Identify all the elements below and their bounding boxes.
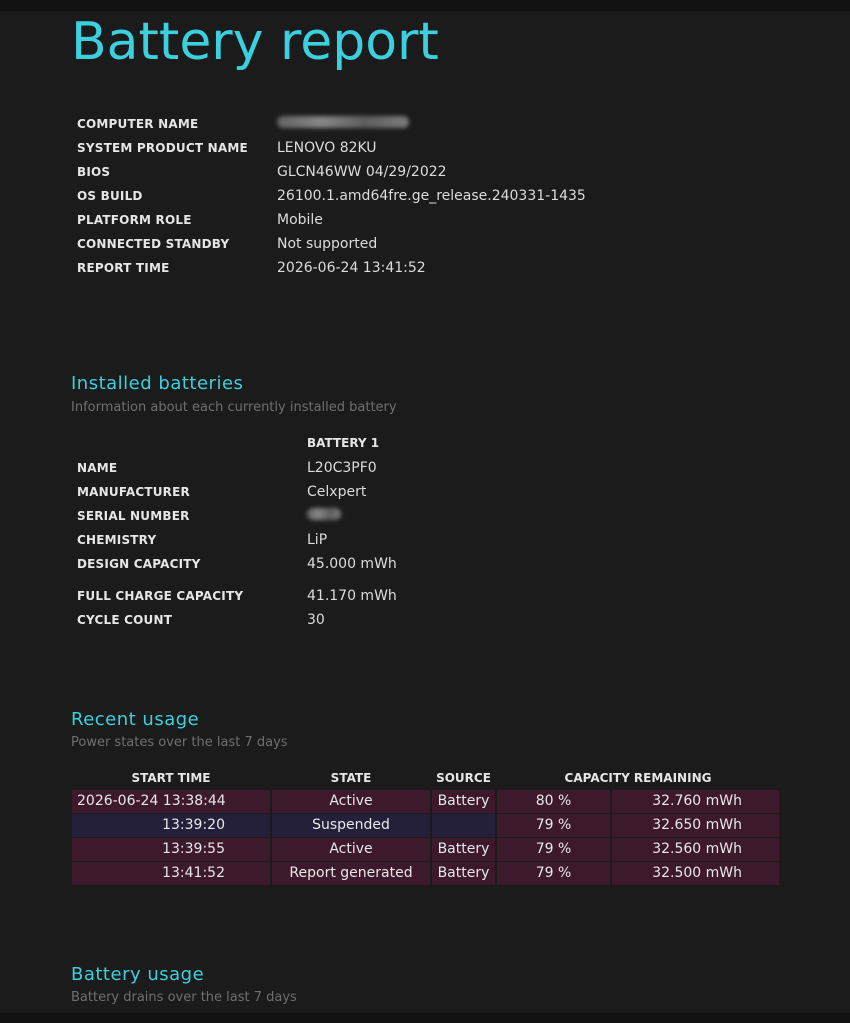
- usage-state: Suspended: [272, 814, 430, 837]
- info-value: Not supported: [277, 236, 378, 252]
- col-header-state: STATE: [330, 771, 372, 785]
- info-value: Mobile: [277, 212, 323, 228]
- info-value-redacted: [277, 112, 586, 136]
- window-top-bar: [0, 0, 850, 11]
- info-row-platform-role: PLATFORM ROLE Mobile: [77, 208, 586, 232]
- usage-start-time: 13:41:52: [72, 862, 270, 885]
- col-header-start-time: START TIME: [131, 771, 211, 785]
- info-label: COMPUTER NAME: [77, 117, 199, 131]
- battery-value: 45.000 mWh: [307, 556, 397, 572]
- battery-usage-subtitle: Battery drains over the last 7 days: [71, 990, 297, 1005]
- usage-state: Active: [272, 838, 430, 861]
- battery-row-manufacturer: MANUFACTURER Celxpert: [77, 480, 397, 504]
- info-label: CONNECTED STANDBY: [77, 237, 230, 251]
- info-value: GLCN46WW 04/29/2022: [277, 164, 447, 180]
- usage-capacity-percent: 79 %: [497, 862, 610, 885]
- battery-row-name: NAME L20C3PF0: [77, 456, 397, 480]
- battery-label: DESIGN CAPACITY: [77, 557, 201, 571]
- info-row-connected-standby: CONNECTED STANDBY Not supported: [77, 232, 586, 256]
- info-label: REPORT TIME: [77, 261, 170, 275]
- battery-row-design-capacity: DESIGN CAPACITY 45.000 mWh: [77, 552, 397, 576]
- info-value: 2026-06-24 13:41:52: [277, 260, 426, 276]
- usage-capacity-mwh: 32.500 mWh: [612, 862, 779, 885]
- info-label: SYSTEM PRODUCT NAME: [77, 141, 248, 155]
- battery-label: NAME: [77, 461, 118, 475]
- battery-value-redacted: [307, 504, 397, 528]
- info-row-computer-name: COMPUTER NAME: [77, 112, 586, 136]
- battery-column-header: BATTERY 1: [307, 436, 380, 450]
- info-value: LENOVO 82KU: [277, 140, 377, 156]
- redacted-blur: [277, 116, 409, 128]
- usage-capacity-mwh: 32.760 mWh: [612, 790, 779, 813]
- battery-label: CHEMISTRY: [77, 533, 157, 547]
- battery-value: Celxpert: [307, 484, 367, 500]
- installed-batteries-title: Installed batteries: [71, 373, 244, 394]
- info-label: OS BUILD: [77, 189, 143, 203]
- battery-row-chemistry: CHEMISTRY LiP: [77, 528, 397, 552]
- col-header-source: SOURCE: [436, 771, 491, 785]
- battery-row-spacer: [77, 576, 397, 584]
- usage-start-time: 2026-06-24 13:38:44: [72, 790, 270, 813]
- usage-capacity-percent: 79 %: [497, 814, 610, 837]
- info-label: BIOS: [77, 165, 111, 179]
- recent-usage-title: Recent usage: [71, 709, 200, 730]
- installed-batteries-subtitle: Information about each currently install…: [71, 400, 397, 415]
- usage-state: Report generated: [272, 862, 430, 885]
- usage-source: Battery: [432, 862, 495, 885]
- window-bottom-bar: [0, 1013, 850, 1023]
- battery-row-full-charge-capacity: FULL CHARGE CAPACITY 41.170 mWh: [77, 584, 397, 608]
- usage-capacity-percent: 79 %: [497, 838, 610, 861]
- usage-capacity-percent: 80 %: [497, 790, 610, 813]
- battery-value: LiP: [307, 532, 328, 548]
- usage-capacity-mwh: 32.650 mWh: [612, 814, 779, 837]
- battery-info-table: NAME L20C3PF0 MANUFACTURER Celxpert SERI…: [77, 456, 397, 632]
- usage-state: Active: [272, 790, 430, 813]
- battery-label: CYCLE COUNT: [77, 613, 173, 627]
- battery-label: FULL CHARGE CAPACITY: [77, 589, 244, 603]
- usage-capacity-mwh: 32.560 mWh: [612, 838, 779, 861]
- recent-usage-subtitle: Power states over the last 7 days: [71, 735, 288, 750]
- battery-row-cycle-count: CYCLE COUNT 30: [77, 608, 397, 632]
- info-value: 26100.1.amd64fre.ge_release.240331-1435: [277, 188, 586, 204]
- usage-source: [432, 814, 495, 837]
- battery-label: MANUFACTURER: [77, 485, 190, 499]
- usage-source: Battery: [432, 838, 495, 861]
- info-row-report-time: REPORT TIME 2026-06-24 13:41:52: [77, 256, 586, 280]
- info-row-product-name: SYSTEM PRODUCT NAME LENOVO 82KU: [77, 136, 586, 160]
- battery-row-serial: SERIAL NUMBER: [77, 504, 397, 528]
- page-title: Battery report: [71, 12, 439, 72]
- redacted-blur: [307, 508, 341, 520]
- system-info-table: COMPUTER NAME SYSTEM PRODUCT NAME LENOVO…: [77, 112, 586, 280]
- col-header-capacity-remaining: CAPACITY REMAINING: [564, 771, 712, 785]
- battery-usage-title: Battery usage: [71, 964, 205, 985]
- battery-value: 30: [307, 612, 325, 628]
- usage-source: Battery: [432, 790, 495, 813]
- battery-label: SERIAL NUMBER: [77, 509, 190, 523]
- usage-start-time: 13:39:20: [72, 814, 270, 837]
- info-row-os-build: OS BUILD 26100.1.amd64fre.ge_release.240…: [77, 184, 586, 208]
- battery-value: 41.170 mWh: [307, 588, 397, 604]
- usage-start-time: 13:39:55: [72, 838, 270, 861]
- battery-value: L20C3PF0: [307, 460, 377, 476]
- info-row-bios: BIOS GLCN46WW 04/29/2022: [77, 160, 586, 184]
- info-label: PLATFORM ROLE: [77, 213, 192, 227]
